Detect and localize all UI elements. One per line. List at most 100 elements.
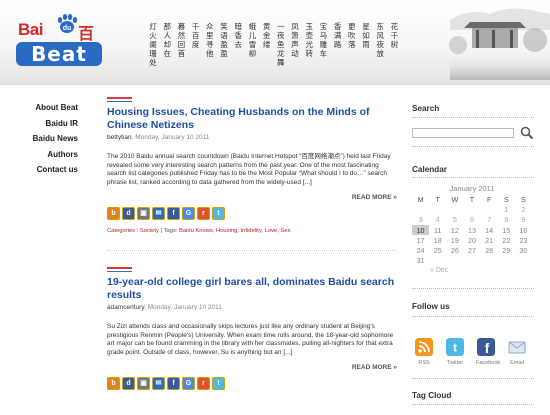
calendar-day: 3: [418, 215, 423, 225]
calendar-table: MTWTFSS 1 2 3 4 5 6 7 8 9 10 11 12 13 14 15 16 17 18 19 20 2…: [412, 194, 532, 266]
twitter-share-icon[interactable]: t: [212, 377, 225, 390]
follow-icons: RSS t Twitter f Facebook Email: [414, 338, 527, 366]
calendar-day: 13: [467, 225, 476, 235]
calendar-day: 24: [416, 246, 425, 256]
email-share-icon[interactable]: ✉: [152, 377, 165, 390]
logo-beat-text: Beat: [16, 42, 102, 66]
search-bottom-rule: [412, 146, 534, 147]
nav-contact-us[interactable]: Contact us: [0, 162, 78, 178]
poem-column: 星如雨: [362, 22, 370, 49]
calendar-bottom-rule: [412, 288, 534, 289]
digg-share-icon[interactable]: ▣: [137, 377, 150, 390]
rss-label: RSS: [418, 360, 430, 366]
email-label: Email: [510, 360, 524, 366]
post-author[interactable]: bettytian: [107, 134, 132, 141]
twitter-share-icon[interactable]: t: [212, 207, 225, 220]
calendar-day: 28: [485, 246, 494, 256]
google-share-icon[interactable]: G: [182, 377, 195, 390]
calendar-day: [446, 204, 463, 214]
main-content: Housing Issues, Cheating Husbands on the…: [107, 97, 397, 390]
digg-share-icon[interactable]: ▣: [137, 207, 150, 220]
calendar-day: [481, 204, 498, 214]
calendar-day[interactable]: 10: [412, 224, 430, 236]
follow-email[interactable]: Email: [507, 338, 527, 366]
paw-icon: du: [57, 14, 78, 33]
calendar-prev-link[interactable]: « Dec: [430, 267, 532, 274]
calendar-widget: January 2011 MTWTFSS 1 2 3 4 5 6 7 8 9 10 11 12 13 14…: [412, 184, 532, 274]
post-tags[interactable]: Baidu Knows, Housing, Infidelity, Love, …: [179, 228, 290, 234]
share-bar: b d ▣ ✉ f G r t: [107, 377, 397, 390]
google-share-icon[interactable]: G: [182, 207, 195, 220]
rss-icon: [415, 338, 433, 356]
post-date: , Monday, January 10 2011: [131, 134, 210, 141]
search-box: [412, 126, 534, 140]
twitter-label: Twitter: [446, 360, 464, 366]
post-meta: adamcentury, Monday, January 10 2011: [107, 304, 397, 311]
poem-column: 暗香去: [234, 22, 242, 49]
baidu-beat-logo[interactable]: Bai du 百度 Beat: [12, 10, 108, 72]
delicious-share-icon[interactable]: d: [122, 207, 135, 220]
poem-column: 蛾儿雪柳: [248, 22, 257, 58]
poem-column: 那人却在: [163, 22, 171, 58]
calendar-weekday: S: [503, 194, 509, 204]
read-more-link[interactable]: READ MORE »: [107, 364, 397, 371]
tag-cloud-rule: [412, 404, 534, 405]
calendar-day: 25: [433, 246, 442, 256]
calendar-day: [481, 256, 498, 266]
follow-facebook[interactable]: f Facebook: [476, 338, 500, 366]
read-more-link[interactable]: READ MORE »: [107, 194, 397, 201]
search-rule: [412, 117, 534, 118]
post-author[interactable]: adamcentury: [107, 304, 144, 311]
calendar-day: 31: [416, 256, 425, 266]
category-label[interactable]: Categories : Society: [107, 228, 159, 234]
nav-authors[interactable]: Authors: [0, 147, 78, 163]
calendar-weekday: T: [469, 194, 475, 204]
reddit-share-icon[interactable]: r: [197, 377, 210, 390]
facebook-share-icon[interactable]: f: [167, 377, 180, 390]
post-title[interactable]: Housing Issues, Cheating Husbands on the…: [107, 106, 397, 131]
poem-column: 宝马雕车: [319, 22, 328, 58]
post: 19-year-old college girl bares all, domi…: [107, 267, 397, 390]
poem-column: 一夜鱼龙舞: [277, 22, 285, 67]
title-accent-blue: [107, 271, 132, 272]
calendar-day: 9: [521, 215, 526, 225]
calendar-weekday: T: [435, 194, 440, 204]
calendar-day: [446, 256, 463, 266]
calendar-day: [515, 256, 532, 266]
poem-column: 黄金缕: [262, 22, 271, 49]
calendar-day: 4: [435, 215, 440, 225]
nav-baidu-ir[interactable]: Baidu IR: [0, 116, 78, 132]
calendar-day: 26: [450, 246, 459, 256]
calendar-heading: Calendar: [412, 165, 447, 174]
post-excerpt: Su Zizi attends class and occasionally s…: [107, 323, 394, 356]
post-title[interactable]: 19-year-old college girl bares all, domi…: [107, 276, 397, 301]
site-header: Bai du 百度 Beat 灯火阑珊处那人却在暮然回首千百度众里寻他笑语盈盈暗…: [0, 0, 550, 85]
calendar-day: 30: [519, 246, 528, 256]
nav-baidu-news[interactable]: Baidu News: [0, 131, 78, 147]
calendar-day: [429, 204, 446, 214]
follow-twitter[interactable]: t Twitter: [445, 338, 465, 366]
calendar-day: 17: [416, 235, 425, 245]
search-icon[interactable]: [520, 126, 534, 140]
calendar-day: 16: [519, 225, 528, 235]
calendar-weekday: F: [486, 194, 492, 204]
email-share-icon[interactable]: ✉: [152, 207, 165, 220]
poem-column: 东风夜放: [376, 22, 384, 58]
title-accent-blue: [107, 101, 132, 102]
post: Housing Issues, Cheating Husbands on the…: [107, 97, 397, 234]
facebook-share-icon[interactable]: f: [167, 207, 180, 220]
follow-rss[interactable]: RSS: [414, 338, 434, 366]
calendar-weekday: S: [521, 194, 526, 204]
search-input[interactable]: [412, 128, 514, 138]
bookmark-share-icon[interactable]: b: [107, 377, 120, 390]
delicious-share-icon[interactable]: d: [122, 377, 135, 390]
reddit-share-icon[interactable]: r: [197, 207, 210, 220]
title-accent-red: [107, 97, 132, 99]
bookmark-share-icon[interactable]: b: [107, 207, 120, 220]
calendar-day: 27: [467, 246, 476, 256]
search-heading: Search: [412, 104, 440, 113]
calendar-day: 6: [469, 215, 474, 225]
post-divider: [107, 250, 397, 251]
email-icon: [508, 341, 526, 354]
nav-about-beat[interactable]: About Beat: [0, 100, 78, 116]
